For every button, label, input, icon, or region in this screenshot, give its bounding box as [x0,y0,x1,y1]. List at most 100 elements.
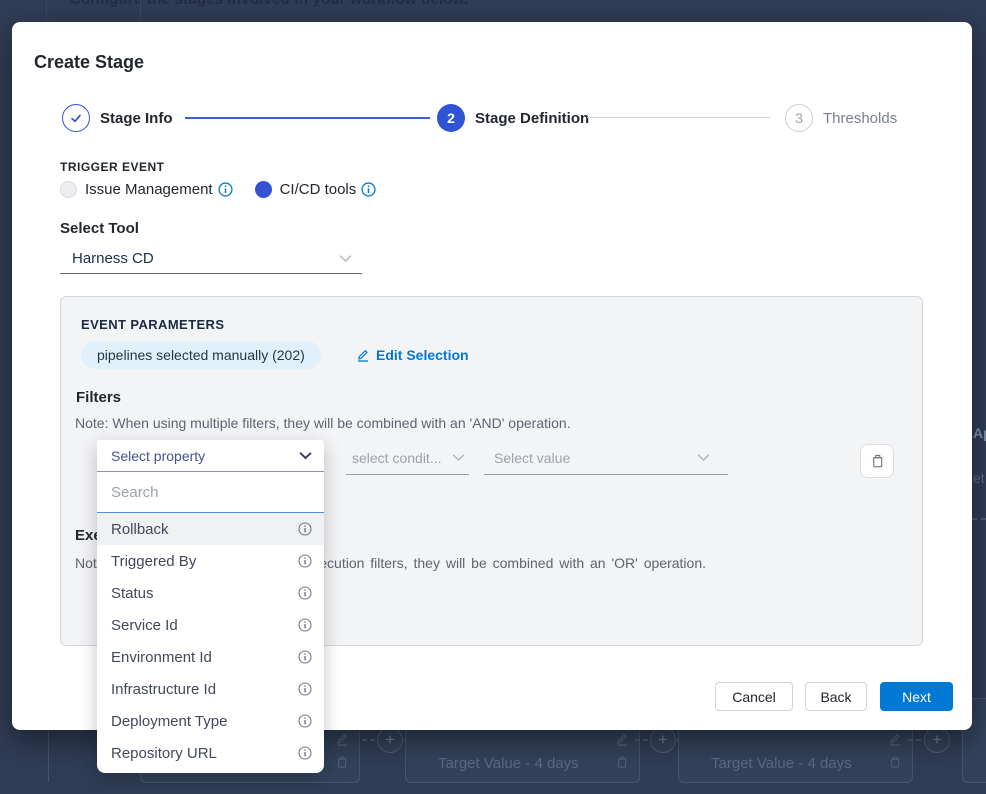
background-card-edge [48,731,49,782]
add-stage-plus-icon [650,727,676,753]
edit-selection-link[interactable]: Edit Selection [356,347,469,363]
background-connector [972,518,986,520]
radio-unselected[interactable] [60,181,77,198]
step-number: 3 [795,110,803,126]
edit-icon [615,732,629,746]
info-icon[interactable] [361,182,376,197]
next-button[interactable]: Next [880,682,953,711]
trash-icon [615,755,629,769]
radio-selected[interactable] [255,181,272,198]
selection-chip: pipelines selected manually (202) [81,341,321,369]
condition-placeholder: select condit... [352,450,442,466]
background-text-fragment: Ap [973,425,986,441]
info-icon[interactable] [298,714,312,728]
option-service-id[interactable]: Service Id [97,609,324,641]
event-parameters-heading: EVENT PARAMETERS [81,317,224,332]
dropdown-search [97,472,324,513]
edit-icon [888,732,902,746]
screen: Configure the stages involved in your wo… [0,0,986,794]
edit-selection-text: Edit Selection [376,347,469,363]
info-icon[interactable] [298,586,312,600]
background-divider [140,0,141,22]
background-connector [635,739,648,741]
background-connector [362,739,375,741]
info-icon[interactable] [298,650,312,664]
tool-select-value: Harness CD [72,250,154,267]
background-card-actions [334,732,350,769]
option-label: Service Id [111,617,178,634]
info-icon[interactable] [298,682,312,696]
step-stage-definition-indicator[interactable]: 2 [437,104,465,132]
search-input[interactable] [97,473,324,511]
info-icon[interactable] [218,182,233,197]
background-page-heading: Configure the stages involved in your wo… [70,0,468,8]
option-triggered-by[interactable]: Triggered By [97,545,324,577]
option-label: Repository URL [111,745,217,762]
info-icon[interactable] [298,746,312,760]
stepper-connector [185,117,430,119]
edit-icon [335,732,349,746]
step-thresholds-label[interactable]: Thresholds [823,110,897,127]
step-thresholds-indicator[interactable]: 3 [785,104,813,132]
option-environment-id[interactable]: Environment Id [97,641,324,673]
back-button[interactable]: Back [805,682,867,711]
background-card-actions [614,732,630,769]
condition-select[interactable]: select condit... [346,441,469,475]
cancel-button[interactable]: Cancel [715,682,793,711]
option-label: Infrastructure Id [111,681,216,698]
trigger-event-label: TRIGGER EVENT [60,160,165,174]
stepper-connector [587,117,770,118]
background-card-title: Target Value - 4 days [711,755,852,772]
radio-option-cicd-tools[interactable]: CI/CD tools [255,181,377,198]
info-icon[interactable] [298,522,312,536]
option-label: Rollback [111,521,169,538]
option-label: Deployment Type [111,713,227,730]
property-select-popover: Select property Rollback Triggered By [97,440,324,773]
option-infrastructure-id[interactable]: Infrastructure Id [97,673,324,705]
option-label: Triggered By [111,553,196,570]
step-stage-definition-label[interactable]: Stage Definition [475,110,589,127]
edit-icon [356,348,370,362]
value-placeholder: Select value [494,450,570,466]
add-stage-plus-icon [924,727,950,753]
option-status[interactable]: Status [97,577,324,609]
option-deployment-type[interactable]: Deployment Type [97,705,324,737]
filters-heading: Filters [76,389,121,406]
chevron-down-icon [697,453,710,462]
trigger-event-options: Issue Management CI/CD tools [60,179,376,199]
property-select[interactable]: Select property [97,440,324,472]
trash-icon [870,453,885,469]
value-select[interactable]: Select value [484,441,728,475]
background-divider [46,0,47,22]
radio-label: CI/CD tools [280,181,357,198]
step-stage-info-indicator[interactable] [62,104,90,132]
background-text-fragment: et [973,470,985,486]
background-connector [908,739,921,741]
background-card-actions [887,732,903,769]
modal-title: Create Stage [34,52,144,73]
chevron-down-icon [299,451,312,460]
option-label: Environment Id [111,649,212,666]
create-stage-modal: Create Stage Stage Info 2 Stage Definiti… [12,22,972,730]
option-repository-url[interactable]: Repository URL [97,737,324,769]
tool-select[interactable]: Harness CD [60,244,362,274]
step-number: 2 [447,110,455,126]
trash-icon [335,755,349,769]
background-card-title: Target Value - 4 days [438,755,579,772]
info-icon[interactable] [298,618,312,632]
option-label: Status [111,585,154,602]
property-options-list: Rollback Triggered By Status Service Id … [97,513,324,773]
check-icon [69,111,83,125]
option-rollback[interactable]: Rollback [97,513,324,545]
radio-option-issue-management[interactable]: Issue Management [60,181,233,198]
radio-label: Issue Management [85,181,213,198]
delete-filter-button[interactable] [860,444,894,478]
chevron-down-icon [339,254,352,263]
chevron-down-icon [452,453,465,462]
info-icon[interactable] [298,554,312,568]
select-tool-label: Select Tool [60,220,139,237]
property-placeholder: Select property [111,448,205,464]
add-stage-plus-icon [377,727,403,753]
trash-icon [888,755,902,769]
step-stage-info-label[interactable]: Stage Info [100,110,173,127]
